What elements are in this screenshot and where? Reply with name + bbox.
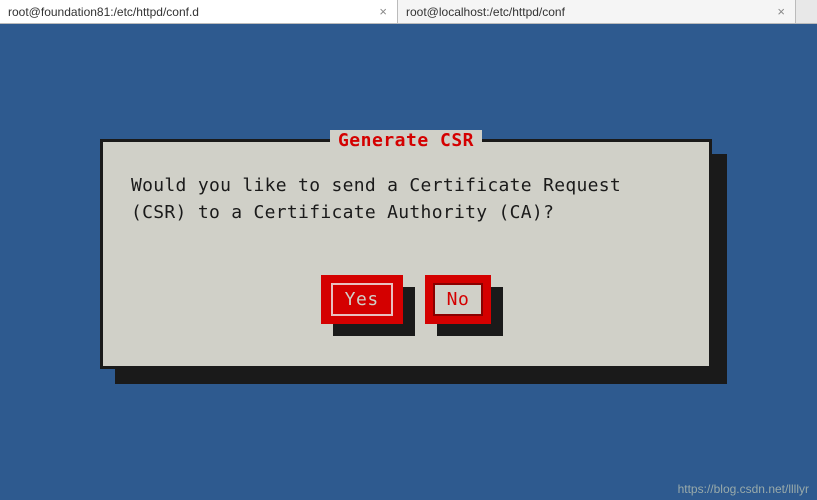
terminal-area: Generate CSR Would you like to send a Ce… [0,24,817,500]
yes-button-wrap: Yes [321,275,403,324]
tab-bar: root@foundation81:/etc/httpd/conf.d × ro… [0,0,817,24]
close-icon[interactable]: × [377,4,389,19]
tab-terminal-2[interactable]: root@localhost:/etc/httpd/conf × [398,0,796,23]
tab-label: root@localhost:/etc/httpd/conf [406,5,565,19]
no-button-label: No [433,283,484,316]
no-button-wrap: No [425,275,492,324]
tab-terminal-1[interactable]: root@foundation81:/etc/httpd/conf.d × [0,0,398,23]
generate-csr-dialog: Generate CSR Would you like to send a Ce… [100,139,712,369]
dialog-title: Generate CSR [330,130,482,151]
watermark: https://blog.csdn.net/llllyr [678,482,809,496]
yes-button-label: Yes [331,283,393,316]
close-icon[interactable]: × [775,4,787,19]
dialog-message: Would you like to send a Certificate Req… [131,172,681,226]
button-row: Yes No [103,275,709,324]
tab-label: root@foundation81:/etc/httpd/conf.d [8,5,199,19]
no-button[interactable]: No [425,275,492,324]
dialog-title-row: Generate CSR [103,130,709,150]
yes-button[interactable]: Yes [321,275,403,324]
